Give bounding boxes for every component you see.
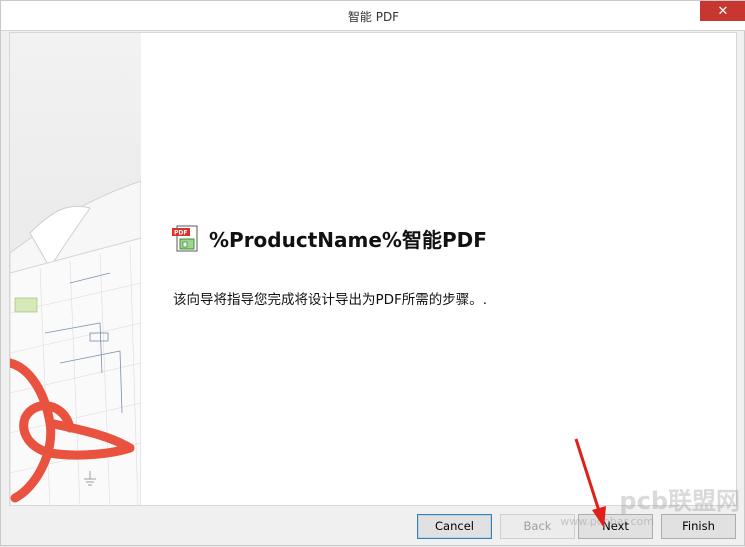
window-title: 智能 PDF	[347, 10, 400, 24]
watermark-brand: pcb联盟网	[619, 487, 740, 515]
wizard-content: PDF %ProductName%智能PDF 该向导将指导您完成将设计导出为PD…	[9, 32, 737, 506]
wizard-window: 智能 PDF ✕ PDF %ProductName%智能PDF 该向导将指导您完…	[0, 0, 745, 546]
title-bar: 智能 PDF ✕	[1, 1, 745, 31]
finish-button[interactable]: Finish	[661, 514, 736, 539]
heading-row: PDF %ProductName%智能PDF	[171, 223, 487, 253]
close-button[interactable]: ✕	[700, 1, 745, 21]
red-arrow-annotation	[574, 438, 606, 528]
schematic-pages-illustration	[10, 180, 141, 505]
pdf-file-icon: PDF	[172, 225, 198, 252]
wizard-heading: %ProductName%智能PDF	[209, 227, 487, 252]
wizard-description: 该向导将指导您完成将设计导出为PDF所需的步骤。.	[173, 292, 488, 308]
side-banner-image	[10, 33, 141, 505]
close-icon: ✕	[717, 3, 729, 18]
cancel-button[interactable]: Cancel	[417, 514, 492, 539]
main-panel: PDF %ProductName%智能PDF 该向导将指导您完成将设计导出为PD…	[141, 33, 736, 505]
svg-text:PDF: PDF	[174, 230, 187, 237]
